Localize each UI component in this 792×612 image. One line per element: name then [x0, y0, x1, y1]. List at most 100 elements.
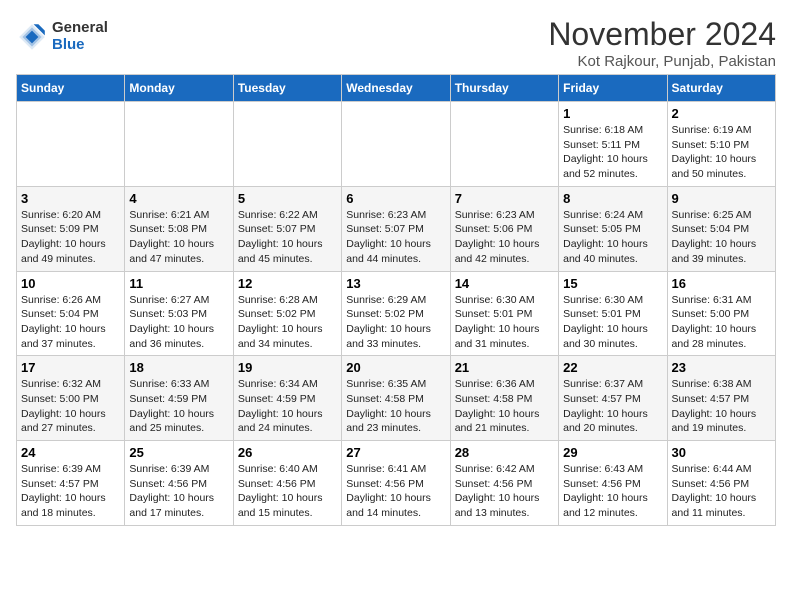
day-info: Sunrise: 6:37 AM Sunset: 4:57 PM Dayligh… [563, 377, 662, 436]
calendar-cell: 7 Sunrise: 6:23 AM Sunset: 5:06 PM Daylig… [450, 186, 558, 271]
day-info: Sunrise: 6:38 AM Sunset: 4:57 PM Dayligh… [672, 377, 771, 436]
calendar-cell: 2Sunrise: 6:19 AM Sunset: 5:10 PM Daylig… [667, 102, 775, 187]
col-saturday: Saturday [667, 75, 775, 102]
day-info: Sunrise: 6:19 AM Sunset: 5:10 PM Dayligh… [672, 123, 771, 182]
day-info: Sunrise: 6:30 AM Sunset: 5:01 PM Dayligh… [563, 293, 662, 352]
col-thursday: Thursday [450, 75, 558, 102]
col-wednesday: Wednesday [342, 75, 450, 102]
week-row-5: 24Sunrise: 6:39 AM Sunset: 4:57 PM Dayli… [17, 441, 776, 526]
calendar-cell: 11 Sunrise: 6:27 AM Sunset: 5:03 PM Dayli… [125, 271, 233, 356]
calendar-cell: 18 Sunrise: 6:33 AM Sunset: 4:59 PM Dayli… [125, 356, 233, 441]
day-number: 12 [238, 276, 337, 291]
day-info: Sunrise: 6:44 AM Sunset: 4:56 PM Dayligh… [672, 462, 771, 521]
day-info: Sunrise: 6:42 AM Sunset: 4:56 PM Dayligh… [455, 462, 554, 521]
calendar-cell: 21Sunrise: 6:36 AM Sunset: 4:58 PM Dayli… [450, 356, 558, 441]
day-number: 15 [563, 276, 662, 291]
calendar-cell: 26Sunrise: 6:40 AM Sunset: 4:56 PM Dayli… [233, 441, 341, 526]
calendar-cell: 4 Sunrise: 6:21 AM Sunset: 5:08 PM Daylig… [125, 186, 233, 271]
day-info: Sunrise: 6:31 AM Sunset: 5:00 PM Dayligh… [672, 293, 771, 352]
calendar-cell: 17Sunrise: 6:32 AM Sunset: 5:00 PM Dayli… [17, 356, 125, 441]
day-info: Sunrise: 6:43 AM Sunset: 4:56 PM Dayligh… [563, 462, 662, 521]
day-number: 9 [672, 191, 771, 206]
day-info: Sunrise: 6:20 AM Sunset: 5:09 PM Dayligh… [21, 208, 120, 267]
calendar-cell [450, 102, 558, 187]
day-info: Sunrise: 6:18 AM Sunset: 5:11 PM Dayligh… [563, 123, 662, 182]
calendar-cell: 22 Sunrise: 6:37 AM Sunset: 4:57 PM Dayli… [559, 356, 667, 441]
day-info: Sunrise: 6:23 AM Sunset: 5:06 PM Dayligh… [455, 208, 554, 267]
calendar-cell: 13Sunrise: 6:29 AM Sunset: 5:02 PM Dayli… [342, 271, 450, 356]
day-info: Sunrise: 6:30 AM Sunset: 5:01 PM Dayligh… [455, 293, 554, 352]
location-title: Kot Rajkour, Punjab, Pakistan [548, 53, 776, 70]
calendar-cell: 23Sunrise: 6:38 AM Sunset: 4:57 PM Dayli… [667, 356, 775, 441]
calendar-cell: 29 Sunrise: 6:43 AM Sunset: 4:56 PM Dayli… [559, 441, 667, 526]
calendar-cell: 16 Sunrise: 6:31 AM Sunset: 5:00 PM Dayli… [667, 271, 775, 356]
day-number: 3 [21, 191, 120, 206]
calendar-cell: 24Sunrise: 6:39 AM Sunset: 4:57 PM Dayli… [17, 441, 125, 526]
day-info: Sunrise: 6:32 AM Sunset: 5:00 PM Dayligh… [21, 377, 120, 436]
day-number: 1 [563, 106, 662, 121]
day-info: Sunrise: 6:26 AM Sunset: 5:04 PM Dayligh… [21, 293, 120, 352]
day-number: 5 [238, 191, 337, 206]
day-number: 4 [129, 191, 228, 206]
day-number: 18 [129, 360, 228, 375]
calendar-cell [125, 102, 233, 187]
day-number: 7 [455, 191, 554, 206]
day-number: 8 [563, 191, 662, 206]
header: General Blue November 2024 Kot Rajkour, … [16, 16, 776, 70]
calendar-cell: 28 Sunrise: 6:42 AM Sunset: 4:56 PM Dayli… [450, 441, 558, 526]
day-number: 20 [346, 360, 445, 375]
col-friday: Friday [559, 75, 667, 102]
week-row-4: 17Sunrise: 6:32 AM Sunset: 5:00 PM Dayli… [17, 356, 776, 441]
day-info: Sunrise: 6:35 AM Sunset: 4:58 PM Dayligh… [346, 377, 445, 436]
day-number: 28 [455, 445, 554, 460]
day-info: Sunrise: 6:29 AM Sunset: 5:02 PM Dayligh… [346, 293, 445, 352]
day-number: 14 [455, 276, 554, 291]
logo-icon [16, 21, 48, 53]
day-number: 16 [672, 276, 771, 291]
calendar-cell [342, 102, 450, 187]
col-monday: Monday [125, 75, 233, 102]
col-tuesday: Tuesday [233, 75, 341, 102]
day-info: Sunrise: 6:39 AM Sunset: 4:57 PM Dayligh… [21, 462, 120, 521]
month-title: November 2024 [548, 16, 776, 53]
calendar-cell: 20 Sunrise: 6:35 AM Sunset: 4:58 PM Dayli… [342, 356, 450, 441]
col-sunday: Sunday [17, 75, 125, 102]
calendar-cell: 12 Sunrise: 6:28 AM Sunset: 5:02 PM Dayli… [233, 271, 341, 356]
day-number: 22 [563, 360, 662, 375]
calendar-cell: 19 Sunrise: 6:34 AM Sunset: 4:59 PM Dayli… [233, 356, 341, 441]
calendar-cell [17, 102, 125, 187]
day-info: Sunrise: 6:23 AM Sunset: 5:07 PM Dayligh… [346, 208, 445, 267]
day-number: 11 [129, 276, 228, 291]
calendar-cell: 14 Sunrise: 6:30 AM Sunset: 5:01 PM Dayli… [450, 271, 558, 356]
day-number: 19 [238, 360, 337, 375]
logo: General Blue [16, 20, 108, 53]
day-info: Sunrise: 6:34 AM Sunset: 4:59 PM Dayligh… [238, 377, 337, 436]
day-info: Sunrise: 6:21 AM Sunset: 5:08 PM Dayligh… [129, 208, 228, 267]
logo-blue-label: Blue [52, 37, 108, 54]
week-row-2: 3 Sunrise: 6:20 AM Sunset: 5:09 PM Daylig… [17, 186, 776, 271]
calendar-cell: 10 Sunrise: 6:26 AM Sunset: 5:04 PM Dayli… [17, 271, 125, 356]
week-row-3: 10 Sunrise: 6:26 AM Sunset: 5:04 PM Dayli… [17, 271, 776, 356]
logo-text: General Blue [52, 20, 108, 53]
title-area: November 2024 Kot Rajkour, Punjab, Pakis… [548, 16, 776, 70]
day-info: Sunrise: 6:24 AM Sunset: 5:05 PM Dayligh… [563, 208, 662, 267]
day-info: Sunrise: 6:39 AM Sunset: 4:56 PM Dayligh… [129, 462, 228, 521]
calendar-cell [233, 102, 341, 187]
calendar-cell: 27Sunrise: 6:41 AM Sunset: 4:56 PM Dayli… [342, 441, 450, 526]
calendar-cell: 30 Sunrise: 6:44 AM Sunset: 4:56 PM Dayli… [667, 441, 775, 526]
calendar-cell: 9Sunrise: 6:25 AM Sunset: 5:04 PM Daylig… [667, 186, 775, 271]
day-number: 10 [21, 276, 120, 291]
calendar-cell: 15 Sunrise: 6:30 AM Sunset: 5:01 PM Dayli… [559, 271, 667, 356]
calendar-table: Sunday Monday Tuesday Wednesday Thursday… [16, 74, 776, 526]
calendar-cell: 3 Sunrise: 6:20 AM Sunset: 5:09 PM Daylig… [17, 186, 125, 271]
day-number: 29 [563, 445, 662, 460]
calendar-body: 1 Sunrise: 6:18 AM Sunset: 5:11 PM Daylig… [17, 102, 776, 526]
day-info: Sunrise: 6:27 AM Sunset: 5:03 PM Dayligh… [129, 293, 228, 352]
day-number: 30 [672, 445, 771, 460]
header-row: Sunday Monday Tuesday Wednesday Thursday… [17, 75, 776, 102]
calendar-cell: 25Sunrise: 6:39 AM Sunset: 4:56 PM Dayli… [125, 441, 233, 526]
day-info: Sunrise: 6:36 AM Sunset: 4:58 PM Dayligh… [455, 377, 554, 436]
day-info: Sunrise: 6:28 AM Sunset: 5:02 PM Dayligh… [238, 293, 337, 352]
calendar-cell: 8 Sunrise: 6:24 AM Sunset: 5:05 PM Daylig… [559, 186, 667, 271]
day-info: Sunrise: 6:33 AM Sunset: 4:59 PM Dayligh… [129, 377, 228, 436]
